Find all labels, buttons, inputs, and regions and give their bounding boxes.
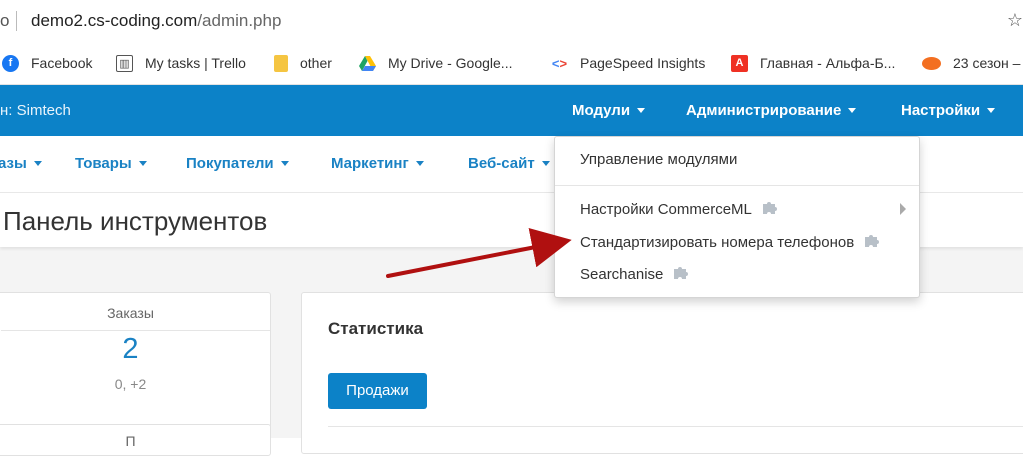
nav-customers[interactable]: Покупатели [186, 155, 289, 172]
bookmark-23-season[interactable]: 23 сезон – [922, 52, 1020, 74]
sales-button[interactable]: Продажи [328, 373, 427, 409]
statistics-title: Статистика [328, 319, 424, 338]
url-separator [16, 11, 17, 31]
chevron-down-icon [541, 160, 550, 166]
puzzle-icon [864, 233, 880, 251]
menu-administration[interactable]: Администрирование [686, 102, 857, 119]
chevron-down-icon [138, 160, 147, 166]
second-stat-card[interactable]: П [0, 424, 271, 456]
chevron-down-icon [415, 160, 424, 166]
url-text[interactable]: demo2.cs-coding.com/admin.php [31, 11, 281, 31]
chevron-right-icon [900, 203, 906, 215]
chevron-down-icon [987, 107, 996, 113]
bookmark-other[interactable]: other [274, 52, 332, 74]
divider [1, 330, 270, 331]
second-stat-label: П [125, 433, 136, 449]
nav-products[interactable]: Товары [75, 155, 147, 172]
admin-top-bar: н: Simtech Модули Администрирование Наст… [0, 85, 1023, 136]
statistics-card: Статистика Продажи [301, 292, 1023, 454]
store-name[interactable]: н: Simtech [0, 102, 71, 119]
puzzle-icon [673, 265, 689, 283]
bookmark-trello[interactable]: ▥ My tasks | Trello [116, 52, 246, 74]
bookmark-pagespeed[interactable]: < > PageSpeed Insights [551, 52, 705, 74]
alfa-bank-icon: A [731, 54, 748, 72]
modules-dropdown: Управление модулями Настройки CommerceML… [554, 136, 920, 298]
bookmark-alfa-bank[interactable]: A Главная - Альфа-Б... [731, 52, 895, 74]
menu-settings[interactable]: Настройки [901, 102, 996, 119]
pagespeed-icon: < > [551, 55, 568, 71]
trello-icon: ▥ [116, 54, 133, 72]
bookmark-facebook[interactable]: f Facebook [2, 52, 92, 74]
orders-delta: 0, +2 [114, 376, 147, 392]
chevron-down-icon [848, 107, 857, 113]
orders-card[interactable]: Заказы 2 0, +2 [0, 292, 271, 428]
bookmark-google-drive[interactable]: My Drive - Google... [359, 52, 512, 74]
orders-count[interactable]: 2 [0, 333, 270, 366]
dropdown-divider [555, 185, 919, 186]
chevron-down-icon [637, 107, 646, 113]
nav-orders[interactable]: азы [0, 155, 42, 172]
puzzle-icon [762, 200, 778, 218]
dropdown-item-commerceml[interactable]: Настройки CommerceML [580, 200, 778, 218]
menu-modules[interactable]: Модули [572, 102, 646, 119]
nav-website[interactable]: Веб-сайт [468, 155, 550, 172]
orange-icon [922, 56, 941, 70]
divider [328, 426, 1023, 427]
page-title: Панель инструментов [3, 206, 268, 236]
browser-address-bar[interactable]: o demo2.cs-coding.com/admin.php ☆ [0, 0, 1023, 43]
chevron-down-icon [33, 160, 42, 166]
url-prefix: o [0, 11, 10, 30]
nav-marketing[interactable]: Маркетинг [331, 155, 424, 172]
star-icon[interactable]: ☆ [1007, 10, 1023, 31]
dropdown-item-searchanise[interactable]: Searchanise [580, 265, 689, 283]
chevron-down-icon [280, 160, 289, 166]
dropdown-item-manage-modules[interactable]: Управление модулями [580, 151, 737, 168]
folder-icon [274, 54, 288, 72]
google-drive-icon [359, 55, 376, 72]
orders-label: Заказы [107, 305, 154, 321]
dropdown-item-standardize-phones[interactable]: Стандартизировать номера телефонов [580, 233, 880, 251]
facebook-icon: f [2, 54, 19, 72]
bookmarks-bar: f Facebook ▥ My tasks | Trello other My … [0, 43, 1023, 85]
